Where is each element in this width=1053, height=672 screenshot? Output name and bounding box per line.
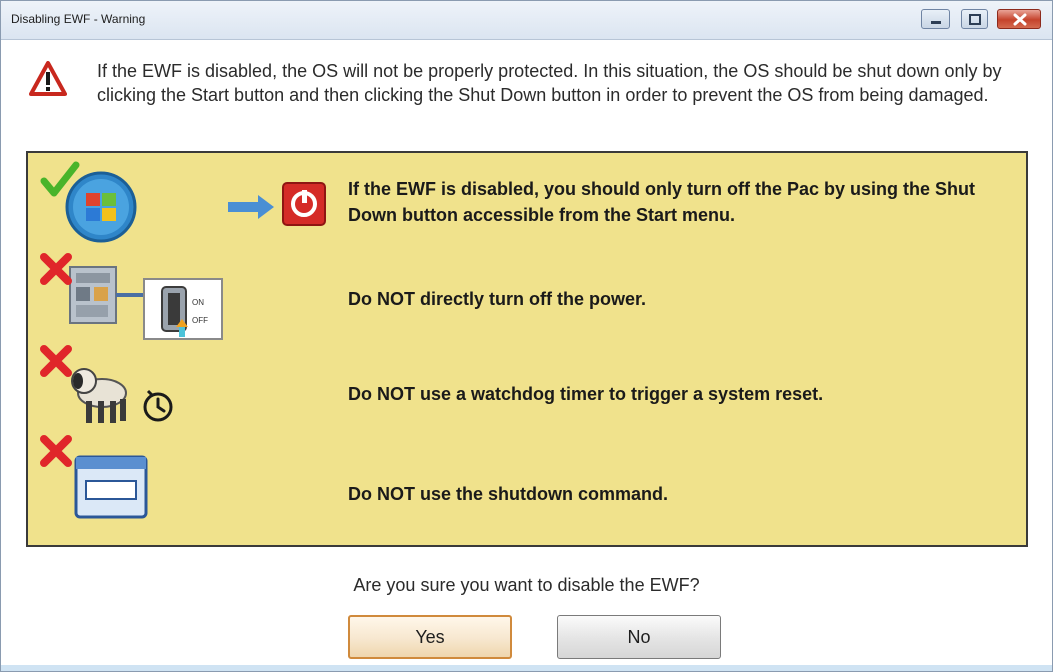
minimize-button[interactable] — [921, 9, 950, 29]
close-button[interactable] — [997, 9, 1041, 29]
warning-message: If the EWF is disabled, the OS will not … — [97, 61, 1002, 105]
minimize-icon — [931, 21, 941, 24]
no-button[interactable]: No — [557, 615, 721, 659]
watchdog-timer-icon — [40, 345, 173, 423]
maximize-button[interactable] — [961, 9, 988, 29]
window-title: Disabling EWF - Warning — [11, 12, 146, 26]
row-watchdog-text: Do NOT use a watchdog timer to trigger a… — [348, 384, 824, 404]
yes-button[interactable]: Yes — [348, 615, 512, 659]
row-shutdown-text: If the EWF is disabled, you should only … — [348, 179, 976, 225]
power-switch-icon: ON OFF — [40, 253, 223, 340]
bottom-edge — [1, 665, 1052, 671]
close-icon — [1013, 13, 1027, 26]
switch-off-label: OFF — [192, 316, 208, 325]
info-panel: If the EWF is disabled, you should only … — [26, 151, 1028, 547]
command-window-icon — [40, 435, 148, 519]
row-power-text: Do NOT directly turn off the power. — [348, 289, 647, 309]
warning-triangle-icon — [29, 61, 67, 96]
row-shutdown-command-text: Do NOT use the shutdown command. — [348, 484, 669, 504]
switch-on-label: ON — [192, 298, 204, 307]
title-bar[interactable]: Disabling EWF - Warning — [1, 1, 1052, 40]
confirm-question: Are you sure you want to disable the EWF… — [353, 575, 700, 595]
maximize-icon — [969, 14, 981, 25]
start-shutdown-icon — [40, 161, 326, 243]
dialog-window: Disabling EWF - Warning If the EWF is di… — [0, 0, 1053, 672]
